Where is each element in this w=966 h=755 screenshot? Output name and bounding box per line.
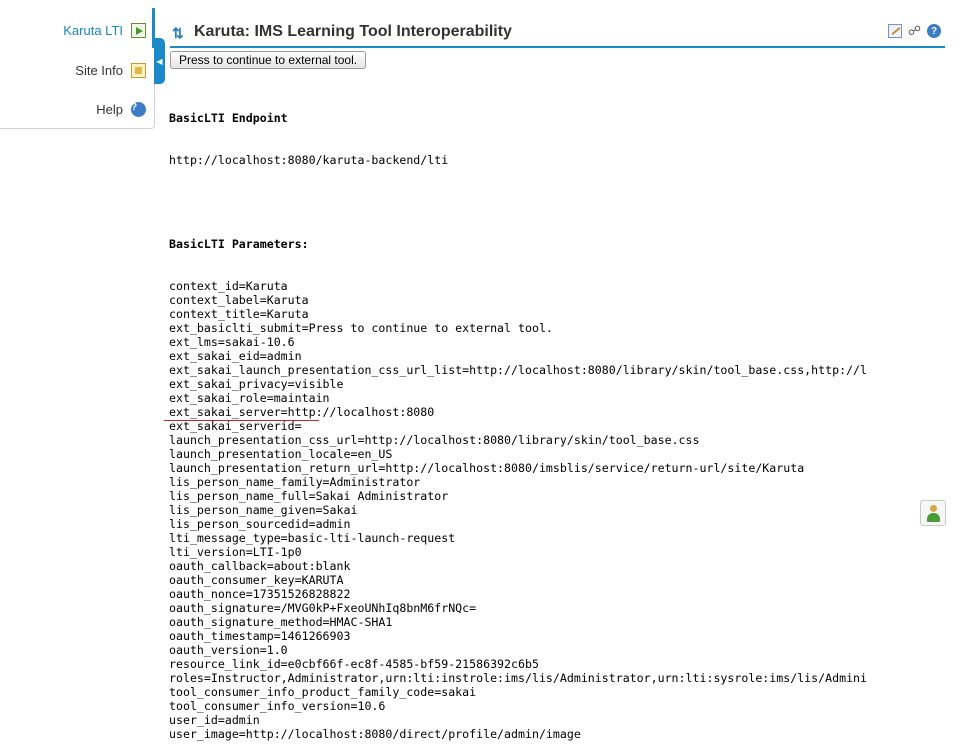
- parameter-line: user_id=admin: [169, 713, 260, 727]
- sidebar-item-help[interactable]: Help ?: [96, 95, 146, 123]
- parameter-line: oauth_version=1.0: [169, 643, 288, 657]
- parameter-line: lti_message_type=basic-lti-launch-reques…: [169, 531, 456, 545]
- parameter-line: oauth_nonce=17351526828822: [169, 587, 351, 601]
- parameter-line: launch_presentation_return_url=http://lo…: [169, 461, 805, 475]
- parameter-line: oauth_callback=about:blank: [169, 559, 351, 573]
- parameter-line: ext_sakai_privacy=visible: [169, 377, 344, 391]
- parameter-line: oauth_timestamp=1461266903: [169, 629, 351, 643]
- parameter-line: lis_person_sourcedid=admin: [169, 517, 351, 531]
- reset-icon[interactable]: ⇅: [172, 25, 184, 42]
- parameter-line: context_label=Karuta: [169, 293, 309, 307]
- parameter-line: lis_person_name_full=Sakai Administrator: [169, 489, 449, 503]
- tool-header: ⇅ Karuta: IMS Learning Tool Interoperabi…: [170, 20, 945, 48]
- parameter-line: tool_consumer_info_version=10.6: [169, 699, 386, 713]
- help-icon[interactable]: ?: [927, 24, 941, 38]
- sidebar-item-label: Site Info: [75, 62, 123, 78]
- help-icon: ?: [131, 101, 146, 117]
- sidebar-item-site-info[interactable]: Site Info: [75, 56, 146, 84]
- parameter-line: ext_sakai_role=maintain: [169, 391, 330, 405]
- site-info-icon: [131, 62, 146, 78]
- continue-to-external-tool-button[interactable]: Press to continue to external tool.: [170, 51, 367, 69]
- parameter-line: launch_presentation_css_url=http://local…: [169, 433, 700, 447]
- parameter-line: roles=Instructor,Administrator,urn:lti:i…: [169, 671, 868, 685]
- sidebar-item-label: Help: [96, 101, 123, 117]
- endpoint-url: http://localhost:8080/karuta-backend/lti: [169, 153, 449, 167]
- edit-icon[interactable]: [887, 24, 902, 38]
- sidebar: Karuta LTI Site Info Help ?: [0, 8, 155, 129]
- endpoint-heading: BasicLTI Endpoint: [169, 111, 288, 125]
- parameter-line: context_title=Karuta: [169, 307, 309, 321]
- page-title: Karuta: IMS Learning Tool Interoperabili…: [194, 23, 512, 40]
- parameter-line: lti_version=LTI-1p0: [169, 545, 302, 559]
- parameter-line: ext_sakai_launch_presentation_css_url_li…: [169, 363, 868, 377]
- header-actions: ☍ ?: [887, 24, 941, 38]
- user-presence-icon[interactable]: [920, 500, 946, 526]
- launch-icon: [131, 22, 146, 38]
- parameter-line: ext_sakai_serverid=: [169, 419, 302, 433]
- parameter-line: oauth_signature=/MVG0kP+FxeoUNhIq8bnM6fr…: [169, 601, 477, 615]
- link-icon[interactable]: ☍: [908, 24, 921, 38]
- collapse-sidebar-handle[interactable]: ◀: [154, 38, 165, 84]
- parameter-line: user_image=http://localhost:8080/direct/…: [169, 727, 581, 741]
- lti-debug-output: BasicLTI Endpoint http://localhost:8080/…: [169, 83, 947, 755]
- parameter-line: oauth_signature_method=HMAC-SHA1: [169, 615, 393, 629]
- parameter-line: lis_person_name_given=Sakai: [169, 503, 358, 517]
- sidebar-item-karuta-lti[interactable]: Karuta LTI: [63, 16, 146, 44]
- parameter-line: ext_basiclti_submit=Press to continue to…: [169, 321, 553, 335]
- parameter-line: oauth_consumer_key=KARUTA: [169, 573, 344, 587]
- parameters-heading: BasicLTI Parameters:: [169, 237, 309, 251]
- parameters-list: context_id=Karuta context_label=Karuta con…: [169, 279, 947, 741]
- parameter-line: tool_consumer_info_product_family_code=s…: [169, 685, 477, 699]
- sidebar-item-label: Karuta LTI: [63, 22, 123, 38]
- parameter-line: ext_sakai_server=http://localhost:8080: [169, 405, 435, 419]
- parameter-line: ext_sakai_eid=admin: [169, 349, 302, 363]
- parameter-line: context_id=Karuta: [169, 279, 288, 293]
- parameter-line: launch_presentation_locale=en_US: [169, 447, 393, 461]
- parameter-line: ext_lms=sakai-10.6: [169, 335, 295, 349]
- parameter-line: lis_person_name_family=Administrator: [169, 475, 421, 489]
- parameter-line: resource_link_id=e0cbf66f-ec8f-4585-bf59…: [169, 657, 539, 671]
- annotation-underline: [164, 420, 319, 421]
